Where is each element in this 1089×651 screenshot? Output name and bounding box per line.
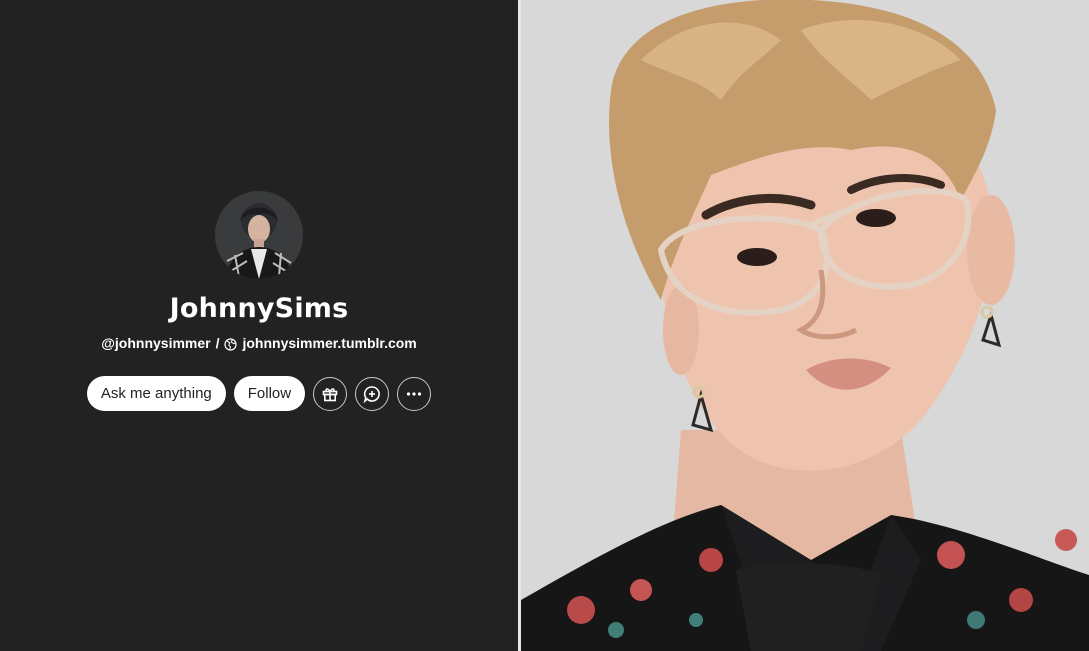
blog-meta: @johnnysimmer / johnnysimmer.tumblr.com bbox=[101, 334, 417, 352]
gift-button[interactable] bbox=[313, 376, 348, 411]
avatar-image bbox=[215, 191, 303, 279]
chat-plus-icon bbox=[363, 385, 381, 403]
blog-handle[interactable]: @johnnysimmer bbox=[101, 334, 210, 352]
ask-me-anything-button[interactable]: Ask me anything bbox=[86, 376, 226, 411]
avatar[interactable] bbox=[215, 191, 303, 279]
profile-block: JohnnySims @johnnysimmer / johnnysimmer.… bbox=[0, 191, 518, 411]
gift-icon bbox=[322, 387, 338, 401]
more-dots-icon bbox=[407, 391, 422, 396]
more-options-button[interactable] bbox=[397, 376, 432, 411]
globe-icon bbox=[224, 337, 238, 351]
header-image bbox=[521, 0, 1089, 651]
chat-button[interactable] bbox=[355, 376, 390, 411]
blog-info-panel: JohnnySims @johnnysimmer / johnnysimmer.… bbox=[0, 0, 518, 651]
blog-header: JohnnySims @johnnysimmer / johnnysimmer.… bbox=[0, 0, 1089, 651]
action-buttons: Ask me anything Follow bbox=[86, 376, 432, 411]
portrait-image bbox=[521, 0, 1089, 651]
meta-separator: / bbox=[215, 335, 220, 351]
blog-url-link[interactable]: johnnysimmer.tumblr.com bbox=[242, 334, 416, 352]
blog-title[interactable]: JohnnySims bbox=[170, 292, 349, 326]
follow-button[interactable]: Follow bbox=[233, 376, 306, 411]
